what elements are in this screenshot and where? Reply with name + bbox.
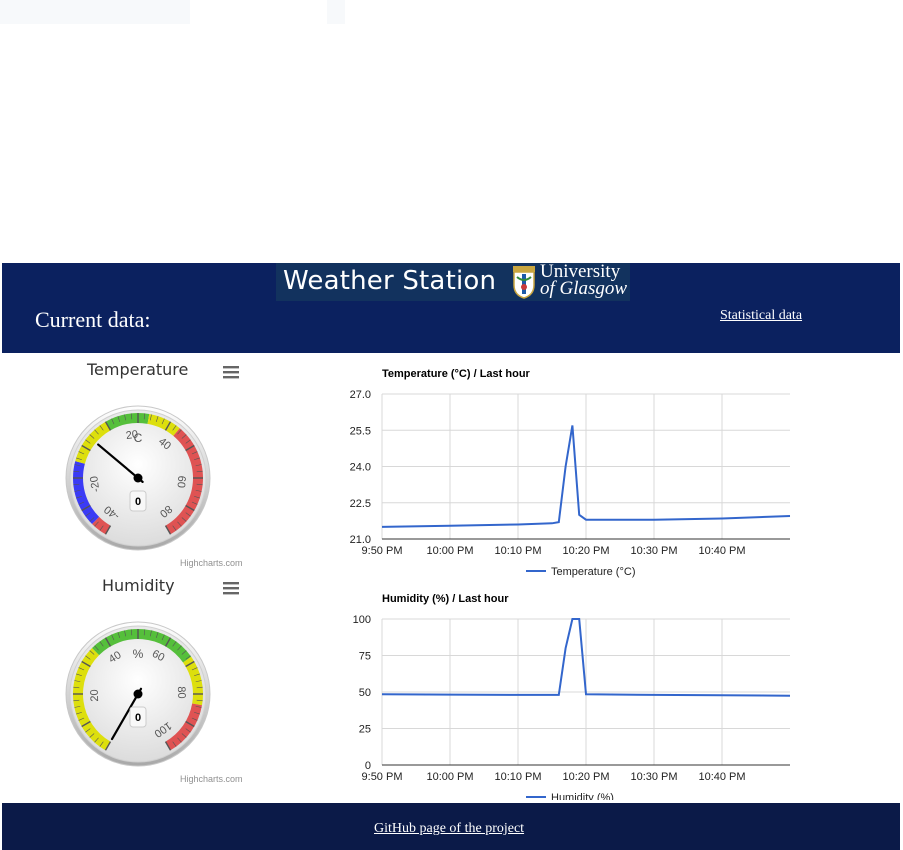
chart-x-tick-label: 10:30 PM bbox=[630, 545, 677, 557]
chart-y-tick-label: 27.0 bbox=[350, 389, 371, 401]
top-left-placeholder bbox=[0, 0, 190, 24]
hamburger-menu-icon[interactable] bbox=[223, 365, 239, 379]
chart-x-tick-label: 10:10 PM bbox=[494, 545, 541, 557]
chart-y-tick-label: 22.5 bbox=[350, 498, 371, 510]
gauge-tick-label: 80 bbox=[175, 686, 187, 699]
gauge-tick-label: 20 bbox=[89, 689, 101, 702]
highcharts-credit[interactable]: Highcharts.com bbox=[180, 774, 243, 784]
chart-y-tick-label: 24.0 bbox=[350, 462, 371, 474]
legend-label: Temperature (°C) bbox=[551, 566, 635, 578]
legend-label: Humidity (%) bbox=[551, 792, 614, 800]
weather-station-logo: Weather Station University of Glasgow bbox=[276, 262, 630, 301]
chart-y-tick-label: 25 bbox=[359, 724, 371, 736]
gauge-tick-label: -20 bbox=[88, 475, 102, 492]
temperature-gauge: -40-2020406080C0 bbox=[65, 405, 211, 551]
university-crest-icon bbox=[513, 266, 535, 299]
chart-title: Humidity (%) / Last hour bbox=[382, 593, 509, 605]
chart-x-tick-label: 10:20 PM bbox=[562, 545, 609, 557]
chart-x-tick-label: 10:40 PM bbox=[698, 545, 745, 557]
chart-x-tick-label: 10:40 PM bbox=[698, 771, 745, 783]
gauge-unit-label: % bbox=[133, 647, 144, 661]
temperature-gauge-title: Temperature bbox=[87, 360, 189, 379]
humidity-gauge: 2040 6080100%0 bbox=[65, 621, 211, 767]
university-name: University of Glasgow bbox=[540, 262, 628, 299]
university-line-2: of Glasgow bbox=[540, 278, 628, 299]
gauge-tick-label: 60 bbox=[174, 475, 187, 488]
chart-x-tick-label: 10:00 PM bbox=[426, 545, 473, 557]
gauge-value-label: 0 bbox=[135, 712, 141, 724]
gauge-pivot bbox=[133, 473, 143, 483]
top-placeholder bbox=[327, 0, 345, 24]
header-bar: Weather Station University of Glasgow Cu… bbox=[2, 262, 900, 353]
chart-y-tick-label: 100 bbox=[353, 614, 371, 626]
chart-y-tick-label: 50 bbox=[359, 687, 371, 699]
chart-x-tick-label: 10:00 PM bbox=[426, 771, 473, 783]
chart-x-tick-label: 9:50 PM bbox=[362, 545, 403, 557]
chart-x-tick-label: 10:30 PM bbox=[630, 771, 677, 783]
humidity-gauge-title: Humidity bbox=[102, 576, 175, 595]
chart-y-tick-label: 75 bbox=[359, 651, 371, 663]
highcharts-credit[interactable]: Highcharts.com bbox=[180, 558, 243, 568]
statistical-data-link[interactable]: Statistical data bbox=[720, 308, 802, 324]
logo-text: Weather Station bbox=[283, 266, 497, 296]
gauge-unit-label: C bbox=[134, 431, 143, 445]
chart-x-tick-label: 10:10 PM bbox=[494, 771, 541, 783]
github-project-link[interactable]: GitHub page of the project bbox=[374, 821, 524, 837]
footer-bar: GitHub page of the project bbox=[2, 803, 900, 850]
gauge-value-label: 0 bbox=[135, 496, 141, 508]
chart-x-tick-label: 9:50 PM bbox=[362, 771, 403, 783]
gauge-pivot bbox=[133, 689, 143, 699]
chart-y-tick-label: 25.5 bbox=[350, 425, 371, 437]
temperature-line-chart: Temperature (°C) / Last hour21.022.524.0… bbox=[350, 368, 791, 578]
chart-x-tick-label: 10:20 PM bbox=[562, 771, 609, 783]
humidity-line-chart: Humidity (%) / Last hour02550751009:50 P… bbox=[353, 593, 791, 800]
chart-title: Temperature (°C) / Last hour bbox=[382, 368, 531, 380]
current-data-heading: Current data: bbox=[35, 307, 151, 332]
hamburger-menu-icon[interactable] bbox=[223, 581, 239, 595]
